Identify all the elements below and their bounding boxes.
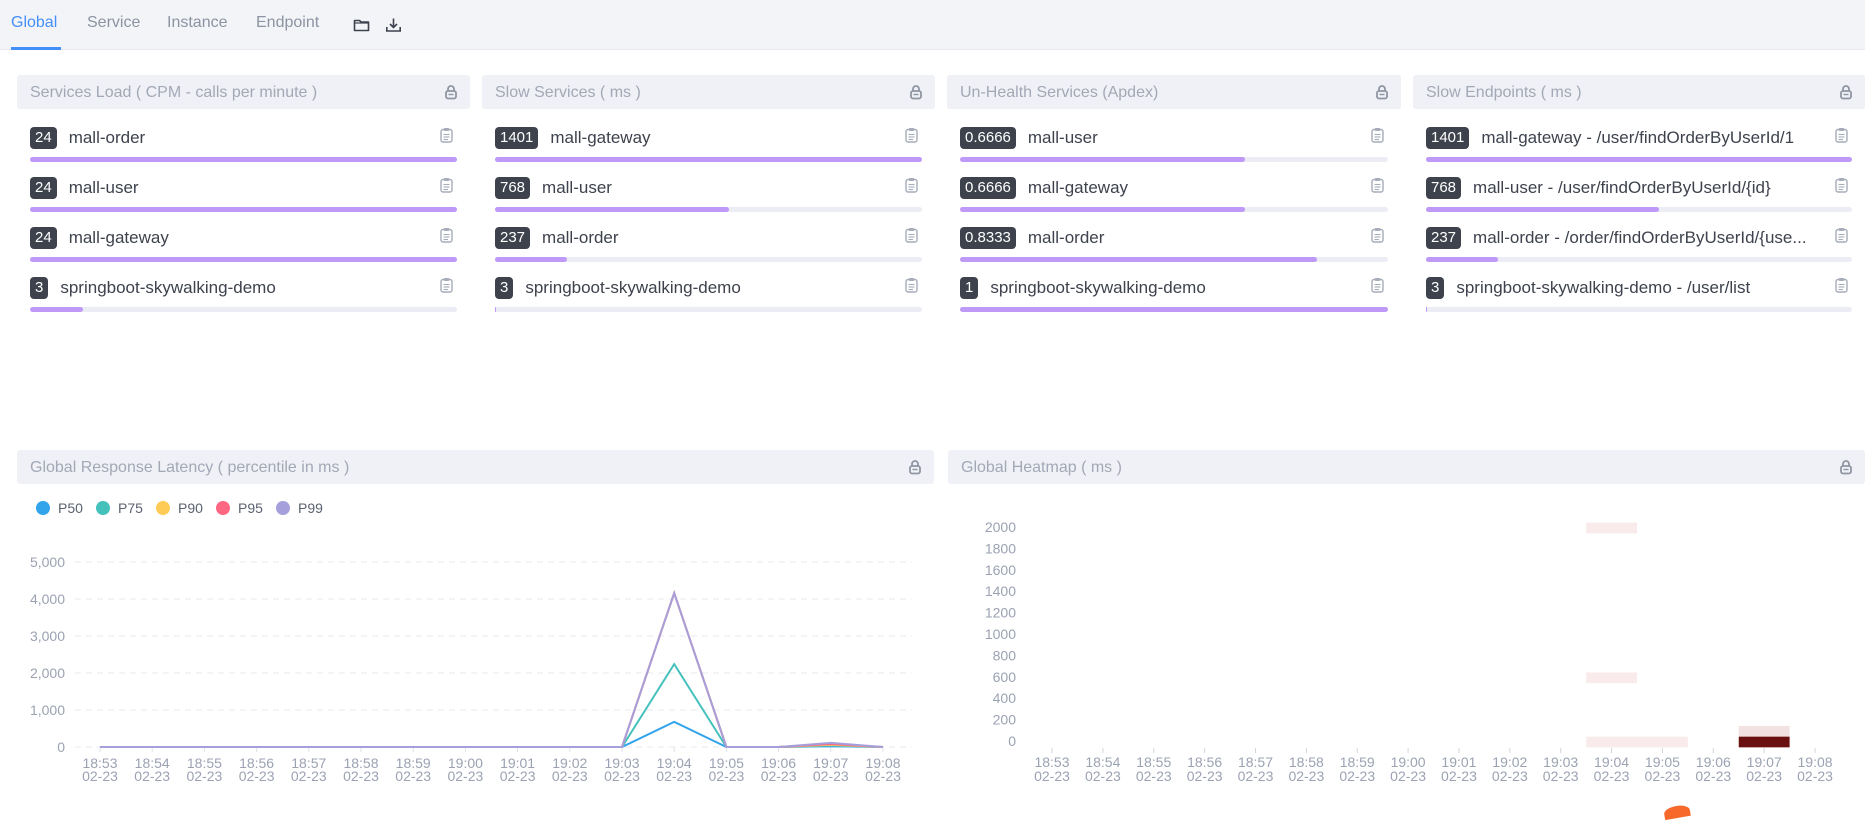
x-tick-label-date: 02-23 [1594, 768, 1630, 784]
y-tick-label: 1,000 [30, 702, 65, 718]
y-tick-label: 4,000 [30, 591, 65, 607]
y-tick-label: 1200 [985, 605, 1016, 621]
y-tick-label: 2,000 [30, 665, 65, 681]
x-tick-label-date: 02-23 [1136, 768, 1172, 784]
heatmap-cell [1586, 736, 1638, 748]
y-tick-label: 1600 [985, 562, 1016, 578]
x-tick-label-date: 02-23 [447, 768, 483, 784]
heatmap-cell [1586, 672, 1638, 684]
y-tick-label: 0 [57, 739, 65, 755]
x-tick-label-date: 02-23 [552, 768, 588, 784]
x-tick-label-date: 02-23 [82, 768, 118, 784]
x-tick-label-date: 02-23 [604, 768, 640, 784]
y-tick-label: 2000 [985, 519, 1016, 535]
y-tick-label: 200 [993, 712, 1017, 728]
series-line-p95 [100, 589, 884, 748]
latency-heatmap: 020040060080010001200140016001800200018:… [985, 519, 1833, 784]
x-tick-label-date: 02-23 [1797, 768, 1833, 784]
y-tick-label: 5,000 [30, 554, 65, 570]
x-tick-label-date: 02-23 [708, 768, 744, 784]
x-tick-label-date: 02-23 [1492, 768, 1528, 784]
x-tick-label-date: 02-23 [1339, 768, 1375, 784]
x-tick-label-date: 02-23 [134, 768, 170, 784]
y-tick-label: 1000 [985, 626, 1016, 642]
y-tick-label: 3,000 [30, 628, 65, 644]
heatmap-cell [1586, 522, 1638, 534]
charts-canvas: 01,0002,0003,0004,0005,00018:5302-2318:5… [30, 519, 1833, 784]
y-tick-label: 800 [993, 647, 1017, 663]
x-tick-label-date: 02-23 [291, 768, 327, 784]
y-tick-label: 0 [1008, 733, 1016, 749]
x-tick-label-date: 02-23 [395, 768, 431, 784]
x-tick-label-date: 02-23 [813, 768, 849, 784]
heatmap-cell [1738, 736, 1790, 748]
x-tick-label-date: 02-23 [1543, 768, 1579, 784]
x-tick-label-date: 02-23 [1645, 768, 1681, 784]
x-tick-label-date: 02-23 [1746, 768, 1782, 784]
latency-line-chart: 01,0002,0003,0004,0005,00018:5302-2318:5… [30, 554, 912, 784]
y-tick-label: 600 [993, 669, 1017, 685]
x-tick-label-date: 02-23 [1238, 768, 1274, 784]
x-tick-label-date: 02-23 [1288, 768, 1324, 784]
x-tick-label-date: 02-23 [761, 768, 797, 784]
x-tick-label-date: 02-23 [656, 768, 692, 784]
x-tick-label-date: 02-23 [1085, 768, 1121, 784]
heatmap-cell [1637, 736, 1688, 748]
x-tick-label-date: 02-23 [1441, 768, 1477, 784]
series-line-p75 [100, 662, 884, 748]
series-line-p99 [100, 589, 884, 748]
y-tick-label: 1400 [985, 583, 1016, 599]
x-tick-label-date: 02-23 [343, 768, 379, 784]
x-tick-label-date: 02-23 [186, 768, 222, 784]
x-tick-label-date: 02-23 [1034, 768, 1070, 784]
series-line-p90 [100, 589, 884, 748]
x-tick-label-date: 02-23 [1695, 768, 1731, 784]
y-tick-label: 1800 [985, 540, 1016, 556]
series-line-p50 [100, 720, 884, 748]
x-tick-label-date: 02-23 [500, 768, 536, 784]
x-tick-label-date: 02-23 [865, 768, 901, 784]
y-tick-label: 400 [993, 690, 1017, 706]
x-tick-label-date: 02-23 [1187, 768, 1223, 784]
x-tick-label-date: 02-23 [239, 768, 275, 784]
heatmap-cell [1738, 725, 1790, 737]
x-tick-label-date: 02-23 [1390, 768, 1426, 784]
